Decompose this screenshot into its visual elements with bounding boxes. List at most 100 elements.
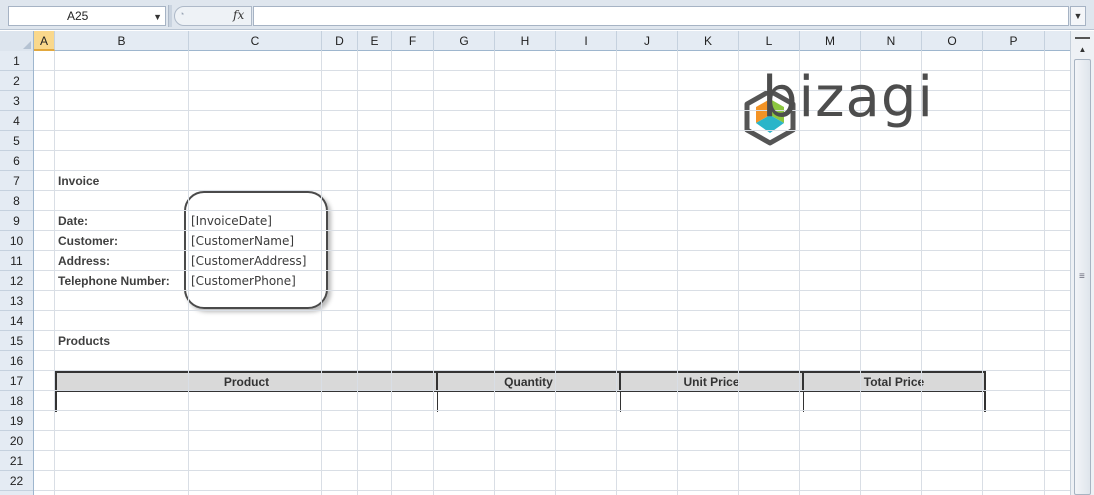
row-header-4[interactable]: 4 [0,111,33,131]
name-box[interactable]: A25 ▼ [8,6,166,26]
column-header-m[interactable]: M [800,31,861,51]
formula-bar: A25 ▼ ◔ fx ▼ [0,0,1094,30]
gridline-horizontal [34,230,1070,231]
column-header-n[interactable]: N [861,31,922,51]
name-box-value: A25 [67,9,89,23]
gridline-vertical [616,51,617,495]
row-header-2[interactable]: 2 [0,71,33,91]
gridline-vertical [433,51,434,495]
gridline-horizontal [34,170,1070,171]
row-headers: 1 2 3 4 5 6 7 8 9 10 11 12 13 14 15 16 17 18 19 20 21 22 [0,51,34,495]
gridline-horizontal [34,210,1070,211]
gridline-vertical [982,51,983,495]
row-header-22[interactable]: 22 [0,471,33,491]
column-header-k[interactable]: K [678,31,739,51]
scroll-up-arrow-icon[interactable]: ▲ [1075,43,1090,57]
gridline-horizontal [34,290,1070,291]
column-header-b[interactable]: B [55,31,189,51]
gridline-horizontal [34,350,1070,351]
chevron-down-icon[interactable]: ▼ [153,8,162,26]
row-header-7[interactable]: 7 [0,171,33,191]
select-all-button[interactable] [0,31,34,51]
gridline-horizontal [34,250,1070,251]
gridline-vertical [738,51,739,495]
row-header-11[interactable]: 11 [0,251,33,271]
vertical-scrollbar[interactable]: ▲ ≡ [1070,31,1094,495]
table-cell[interactable] [438,392,621,412]
gridline-horizontal [34,130,1070,131]
row-header-10[interactable]: 10 [0,231,33,251]
function-area: ◔ fx [174,6,252,26]
column-header-c[interactable]: C [189,31,322,51]
gridline-horizontal [34,370,1070,371]
customer-name-value: [CustomerName] [191,234,295,248]
scroll-thumb[interactable]: ≡ [1074,59,1091,495]
gridline-horizontal [34,150,1070,151]
customer-phone-value: [CustomerPhone] [191,274,296,288]
row-header-14[interactable]: 14 [0,311,33,331]
gridline-vertical [321,51,322,495]
row-header-18[interactable]: 18 [0,391,33,411]
table-cell[interactable] [57,392,438,412]
name-box-resize-handle[interactable] [168,5,172,27]
row-header-17[interactable]: 17 [0,371,33,391]
column-headers: ABCDEFGHIJKLMNOP [0,31,1070,51]
column-header-d[interactable]: D [322,31,358,51]
telephone-label: Telephone Number: [58,274,170,288]
row-header-1[interactable]: 1 [0,51,33,71]
address-label: Address: [58,254,111,268]
row-header-16[interactable]: 16 [0,351,33,371]
column-header-f[interactable]: F [392,31,434,51]
bizagi-wordmark: bizagi [762,65,934,130]
insert-function-button[interactable]: fx [233,8,244,22]
split-box[interactable] [1075,31,1090,39]
gridline-vertical [494,51,495,495]
gridline-horizontal [34,470,1070,471]
date-label: Date: [58,214,89,228]
gridline-vertical [677,51,678,495]
row-header-3[interactable]: 3 [0,91,33,111]
gridline-vertical [555,51,556,495]
row-header-5[interactable]: 5 [0,131,33,151]
invoice-date-value: [InvoiceDate] [191,214,272,228]
row-header-15[interactable]: 15 [0,331,33,351]
row-header-20[interactable]: 20 [0,431,33,451]
table-cell[interactable] [621,392,804,412]
column-header-j[interactable]: J [617,31,678,51]
products-title: Products [58,334,111,348]
column-header-p[interactable]: P [983,31,1045,51]
table-cell[interactable] [804,392,984,412]
expand-formula-bar-button[interactable]: ▼ [1070,6,1086,26]
column-header-o[interactable]: O [922,31,983,51]
customer-label: Customer: [58,234,119,248]
formula-input[interactable] [253,6,1069,26]
gridline-vertical [391,51,392,495]
gridline-horizontal [34,490,1070,491]
gridline-vertical [357,51,358,495]
column-header-l[interactable]: L [739,31,800,51]
row-header-13[interactable]: 13 [0,291,33,311]
column-header-h[interactable]: H [495,31,556,51]
gridline-vertical [1044,51,1045,495]
row-header-9[interactable]: 9 [0,211,33,231]
gridline-horizontal [34,270,1070,271]
row-header-19[interactable]: 19 [0,411,33,431]
gridline-vertical [188,51,189,495]
gridline-vertical [54,51,55,495]
gridline-horizontal [34,190,1070,191]
row-header-6[interactable]: 6 [0,151,33,171]
customer-address-value: [CustomerAddress] [191,254,307,268]
row-header-12[interactable]: 12 [0,271,33,291]
row-header-21[interactable]: 21 [0,451,33,471]
column-header-g[interactable]: G [434,31,495,51]
circle-handle-icon[interactable]: ◔ [179,9,184,19]
products-table: Product Quantity Unit Price Total Price [55,371,986,412]
gridline-horizontal [34,410,1070,411]
column-header-e[interactable]: E [358,31,392,51]
column-header-a[interactable]: A [34,31,55,51]
row-header-8[interactable]: 8 [0,191,33,211]
invoice-title: Invoice [58,174,100,188]
column-header-i[interactable]: I [556,31,617,51]
gridline-horizontal [34,430,1070,431]
gridline-horizontal [34,390,1070,391]
